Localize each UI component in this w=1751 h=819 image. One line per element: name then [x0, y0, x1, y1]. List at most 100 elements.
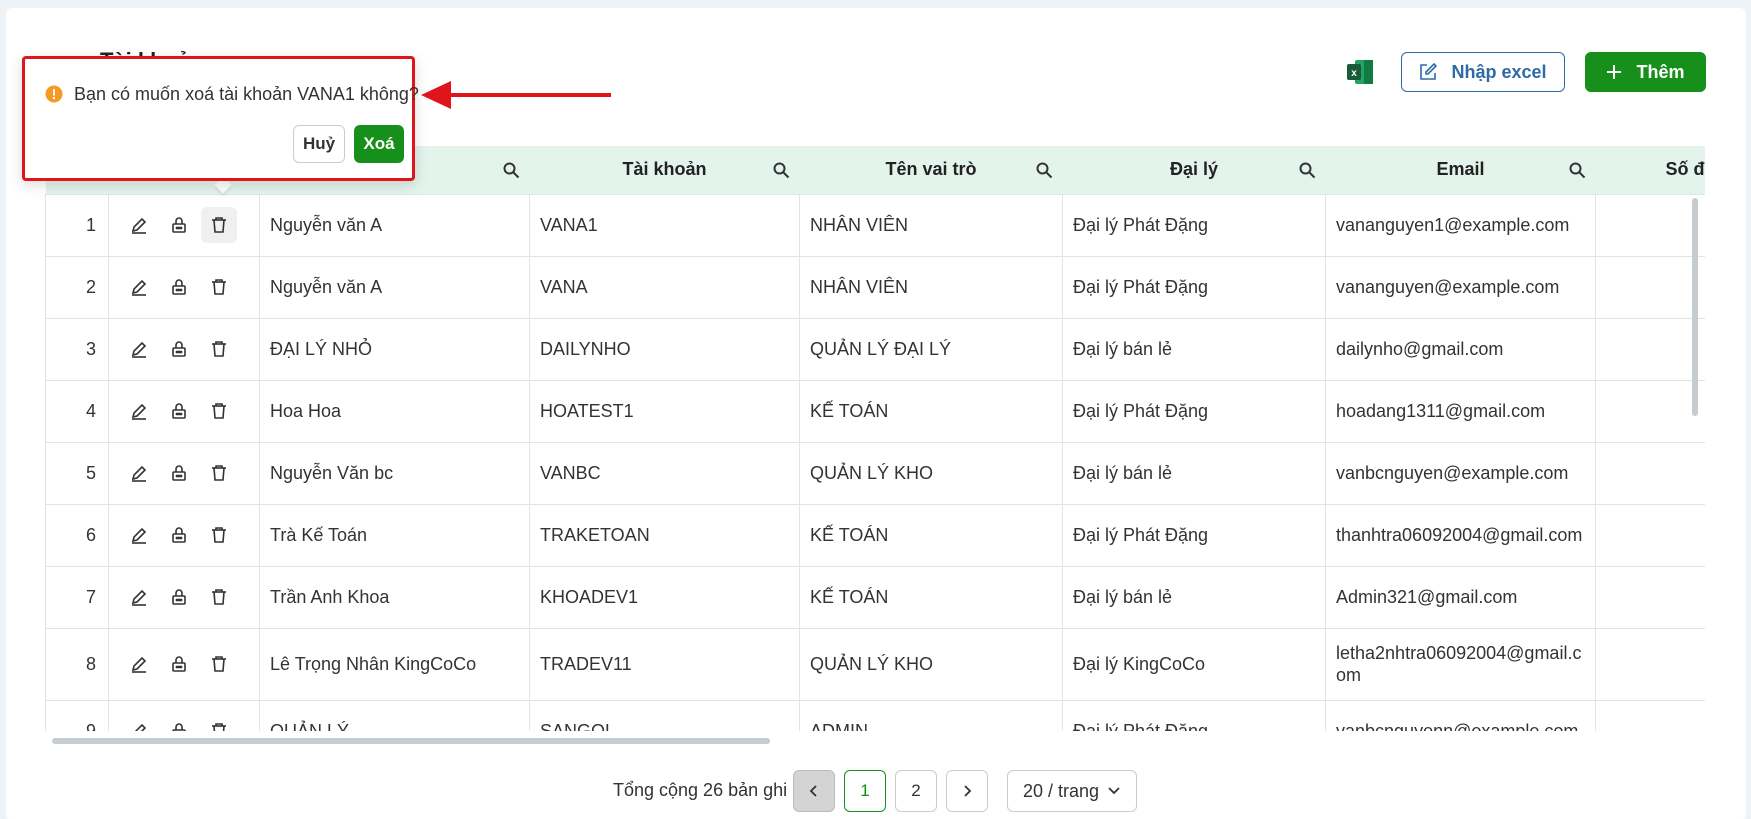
- page-button-1[interactable]: 1: [844, 770, 886, 812]
- cell-role: KẾ TOÁN: [799, 565, 1063, 629]
- chevron-left-icon: [809, 785, 817, 797]
- row-actions: [108, 317, 260, 381]
- delete-icon[interactable]: [201, 455, 237, 491]
- cell-account: DAILYNHO: [529, 317, 800, 381]
- search-icon[interactable]: [502, 161, 520, 179]
- lock-icon[interactable]: [161, 455, 197, 491]
- edit-icon[interactable]: [121, 393, 157, 429]
- search-icon[interactable]: [1035, 161, 1053, 179]
- cell-account: KHOADEV1: [529, 565, 800, 629]
- delete-icon[interactable]: [201, 517, 237, 553]
- column-header-label: Số đi: [1665, 159, 1706, 180]
- edit-icon[interactable]: [121, 207, 157, 243]
- cell-name: Lê Trọng Nhân KingCoCo: [259, 627, 530, 701]
- warning-icon: [45, 85, 63, 103]
- table-row: 4 Hoa Hoa HOATEST1 KẾ TOÁN Đại lý Phát Đặng h…: [45, 379, 1705, 443]
- page-button-2[interactable]: 2: [895, 770, 937, 812]
- delete-confirm-popover: Bạn có muốn xoá tài khoản VANA1 không? H…: [22, 56, 419, 181]
- cell-name: ĐẠI LÝ NHỎ: [259, 317, 530, 381]
- cell-role: ADMIN: [799, 699, 1063, 731]
- import-excel-button[interactable]: Nhập excel: [1401, 52, 1565, 92]
- horizontal-scrollbar[interactable]: [52, 738, 770, 744]
- search-icon[interactable]: [772, 161, 790, 179]
- search-icon[interactable]: [1568, 161, 1586, 179]
- edit-icon[interactable]: [121, 517, 157, 553]
- delete-icon[interactable]: [201, 331, 237, 367]
- row-number: 9: [45, 699, 109, 731]
- delete-icon[interactable]: [201, 713, 237, 731]
- row-actions: [108, 255, 260, 319]
- cell-phone: [1595, 193, 1705, 257]
- cell-name: Nguyễn văn A: [259, 255, 530, 319]
- row-actions: [108, 379, 260, 443]
- confirm-delete-button[interactable]: Xoá: [354, 125, 404, 163]
- cell-agency: Đại lý bán lẻ: [1062, 565, 1326, 629]
- column-header-role: Tên vai trò: [799, 146, 1063, 194]
- cell-role: QUẢN LÝ ĐẠI LÝ: [799, 317, 1063, 381]
- excel-icon[interactable]: x: [1346, 59, 1374, 85]
- cell-agency: Đại lý KingCoCo: [1062, 627, 1326, 701]
- cell-agency: Đại lý Phát Đặng: [1062, 193, 1326, 257]
- cell-phone: [1595, 255, 1705, 319]
- vertical-scrollbar[interactable]: [1692, 198, 1698, 416]
- row-number: 3: [45, 317, 109, 381]
- lock-icon[interactable]: [161, 579, 197, 615]
- row-actions: [108, 503, 260, 567]
- lock-icon[interactable]: [161, 393, 197, 429]
- column-header-label: Tài khoản: [622, 159, 707, 180]
- table-row: 8 Lê Trọng Nhân KingCoCo TRADEV11 QUẢN LÝ K…: [45, 627, 1705, 701]
- cell-phone: [1595, 441, 1705, 505]
- next-page-button[interactable]: [946, 770, 988, 812]
- column-header-label: Email: [1436, 159, 1485, 180]
- edit-icon[interactable]: [121, 455, 157, 491]
- row-actions: [108, 565, 260, 629]
- cell-role: NHÂN VIÊN: [799, 255, 1063, 319]
- delete-icon[interactable]: [201, 269, 237, 305]
- column-header-label: Tên vai trò: [885, 159, 977, 180]
- lock-icon[interactable]: [161, 517, 197, 553]
- add-button[interactable]: Thêm: [1585, 52, 1706, 92]
- cell-phone: [1595, 379, 1705, 443]
- cell-email: vanbcnguyen@example.com: [1325, 441, 1596, 505]
- cell-email: Admin321@gmail.com: [1325, 565, 1596, 629]
- lock-icon[interactable]: [161, 646, 197, 682]
- edit-icon[interactable]: [121, 713, 157, 731]
- cell-account: VANA: [529, 255, 800, 319]
- delete-icon[interactable]: [201, 646, 237, 682]
- cell-email: hoadang1311@gmail.com: [1325, 379, 1596, 443]
- cell-phone: [1595, 627, 1705, 701]
- cell-account: SANGQL: [529, 699, 800, 731]
- cell-email: letha2nhtra06092004@gmail.com: [1325, 627, 1596, 701]
- row-number: 7: [45, 565, 109, 629]
- cancel-button[interactable]: Huỷ: [293, 125, 345, 163]
- page-size-select[interactable]: 20 / trang: [1007, 770, 1137, 812]
- cell-name: Nguyễn Văn bc: [259, 441, 530, 505]
- delete-icon[interactable]: [201, 207, 237, 243]
- cell-account: VANBC: [529, 441, 800, 505]
- delete-icon[interactable]: [201, 393, 237, 429]
- lock-icon[interactable]: [161, 269, 197, 305]
- edit-icon[interactable]: [121, 331, 157, 367]
- lock-icon[interactable]: [161, 207, 197, 243]
- edit-icon[interactable]: [121, 269, 157, 305]
- prev-page-button[interactable]: [793, 770, 835, 812]
- cell-name: Nguyễn văn A: [259, 193, 530, 257]
- table-row: 3 ĐẠI LÝ NHỎ DAILYNHO QUẢN LÝ ĐẠI LÝ Đại lý …: [45, 317, 1705, 381]
- delete-icon[interactable]: [201, 579, 237, 615]
- cell-role: KẾ TOÁN: [799, 503, 1063, 567]
- cell-name: Trần Anh Khoa: [259, 565, 530, 629]
- column-header-label: Đại lý: [1169, 159, 1219, 180]
- cell-agency: Đại lý Phát Đặng: [1062, 255, 1326, 319]
- edit-icon[interactable]: [121, 579, 157, 615]
- row-number: 4: [45, 379, 109, 443]
- cell-phone: [1595, 699, 1705, 731]
- search-icon[interactable]: [1298, 161, 1316, 179]
- lock-icon[interactable]: [161, 331, 197, 367]
- column-header-phone: Số đi: [1595, 146, 1706, 194]
- edit-icon[interactable]: [121, 646, 157, 682]
- cell-email: dailynho@gmail.com: [1325, 317, 1596, 381]
- annotation-arrow: [421, 81, 611, 109]
- table-row: 9 QUẢN LÝ SANGQL ADMIN Đại lý Phát Đặng vanbc…: [45, 699, 1705, 731]
- svg-text:x: x: [1351, 68, 1357, 79]
- lock-icon[interactable]: [161, 713, 197, 731]
